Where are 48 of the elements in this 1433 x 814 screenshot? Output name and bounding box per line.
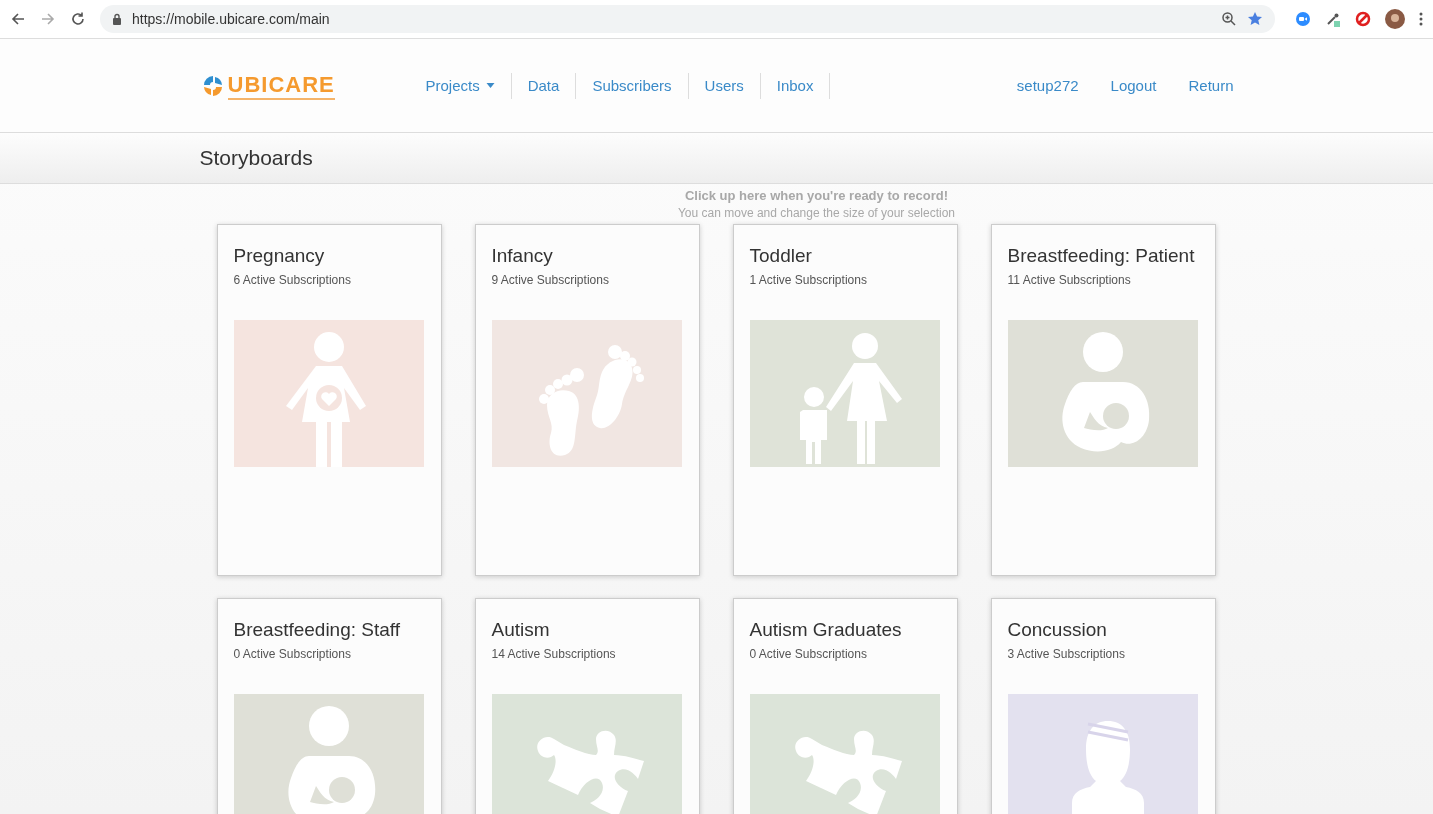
recorder-hint-title: Click up here when you're ready to record!	[684, 188, 949, 203]
account-link[interactable]: Logout	[1110, 77, 1157, 94]
storyboard-card[interactable]: Autism 14 Active Subscriptions	[474, 598, 700, 814]
card-title: Breastfeeding: Patient	[1007, 245, 1195, 267]
card-title: Breastfeeding: Staff	[233, 619, 401, 641]
star-icon[interactable]	[1247, 11, 1263, 27]
account-link[interactable]: Return	[1188, 77, 1234, 94]
card-title: Autism Graduates	[749, 619, 902, 641]
url-text: https://mobile.ubicare.com/main	[132, 11, 331, 27]
storyboard-card[interactable]: Concussion 3 Active Subscriptions	[990, 598, 1216, 814]
nav-link[interactable]: Subscribers	[576, 72, 689, 99]
logo-text: UBICARE	[227, 71, 335, 100]
recorder-hint-subtitle: You can move and change the size of your selection	[677, 206, 956, 220]
address-bar[interactable]: https://mobile.ubicare.com/main	[100, 5, 1275, 33]
zoom-icon[interactable]	[1221, 11, 1237, 27]
card-title: Toddler	[749, 245, 812, 267]
storyboard-card[interactable]: Toddler 1 Active Subscriptions	[732, 224, 958, 576]
storyboard-card[interactable]: Autism Graduates 0 Active Subscriptions	[732, 598, 958, 814]
storyboard-card[interactable]: Pregnancy 6 Active Subscriptions	[216, 224, 442, 576]
account-link[interactable]: setup272	[1016, 77, 1079, 94]
subscription-count: 0 Active Subscriptions	[233, 647, 351, 661]
card-title: Pregnancy	[233, 245, 325, 267]
nav-link[interactable]: Data	[511, 72, 577, 99]
card-title: Concussion	[1007, 619, 1107, 641]
page-title: Storyboards	[199, 145, 314, 170]
subscription-count: 0 Active Subscriptions	[749, 647, 867, 661]
subscription-count: 11 Active Subscriptions	[1007, 273, 1131, 287]
nav-link[interactable]: Users	[688, 72, 761, 99]
storyboard-card[interactable]: Breastfeeding: Patient 11 Active Subscriptions	[990, 224, 1216, 576]
subscription-count: 1 Active Subscriptions	[749, 273, 867, 287]
blocked-icon[interactable]	[1355, 11, 1371, 27]
storyboard-card[interactable]: Breastfeeding: Staff 0 Active Subscriptions	[216, 598, 442, 814]
card-title: Autism	[491, 619, 550, 641]
nav-link[interactable]: Inbox	[760, 72, 831, 99]
subscription-count: 3 Active Subscriptions	[1007, 647, 1125, 661]
video-camera-icon[interactable]	[1295, 11, 1311, 27]
eyedropper-icon[interactable]	[1325, 11, 1341, 27]
storyboard-card[interactable]: Infancy 9 Active Subscriptions	[474, 224, 700, 576]
profile-avatar-icon[interactable]	[1385, 9, 1405, 29]
subscription-count: 14 Active Subscriptions	[491, 647, 616, 661]
menu-icon[interactable]	[1419, 11, 1423, 27]
lock-icon	[112, 13, 122, 25]
back-icon[interactable]	[10, 11, 26, 27]
nav-link[interactable]: Projects	[409, 72, 512, 99]
card-title: Infancy	[491, 245, 553, 267]
subscription-count: 9 Active Subscriptions	[491, 273, 609, 287]
subscription-count: 6 Active Subscriptions	[233, 273, 351, 287]
reload-icon[interactable]	[70, 11, 86, 27]
